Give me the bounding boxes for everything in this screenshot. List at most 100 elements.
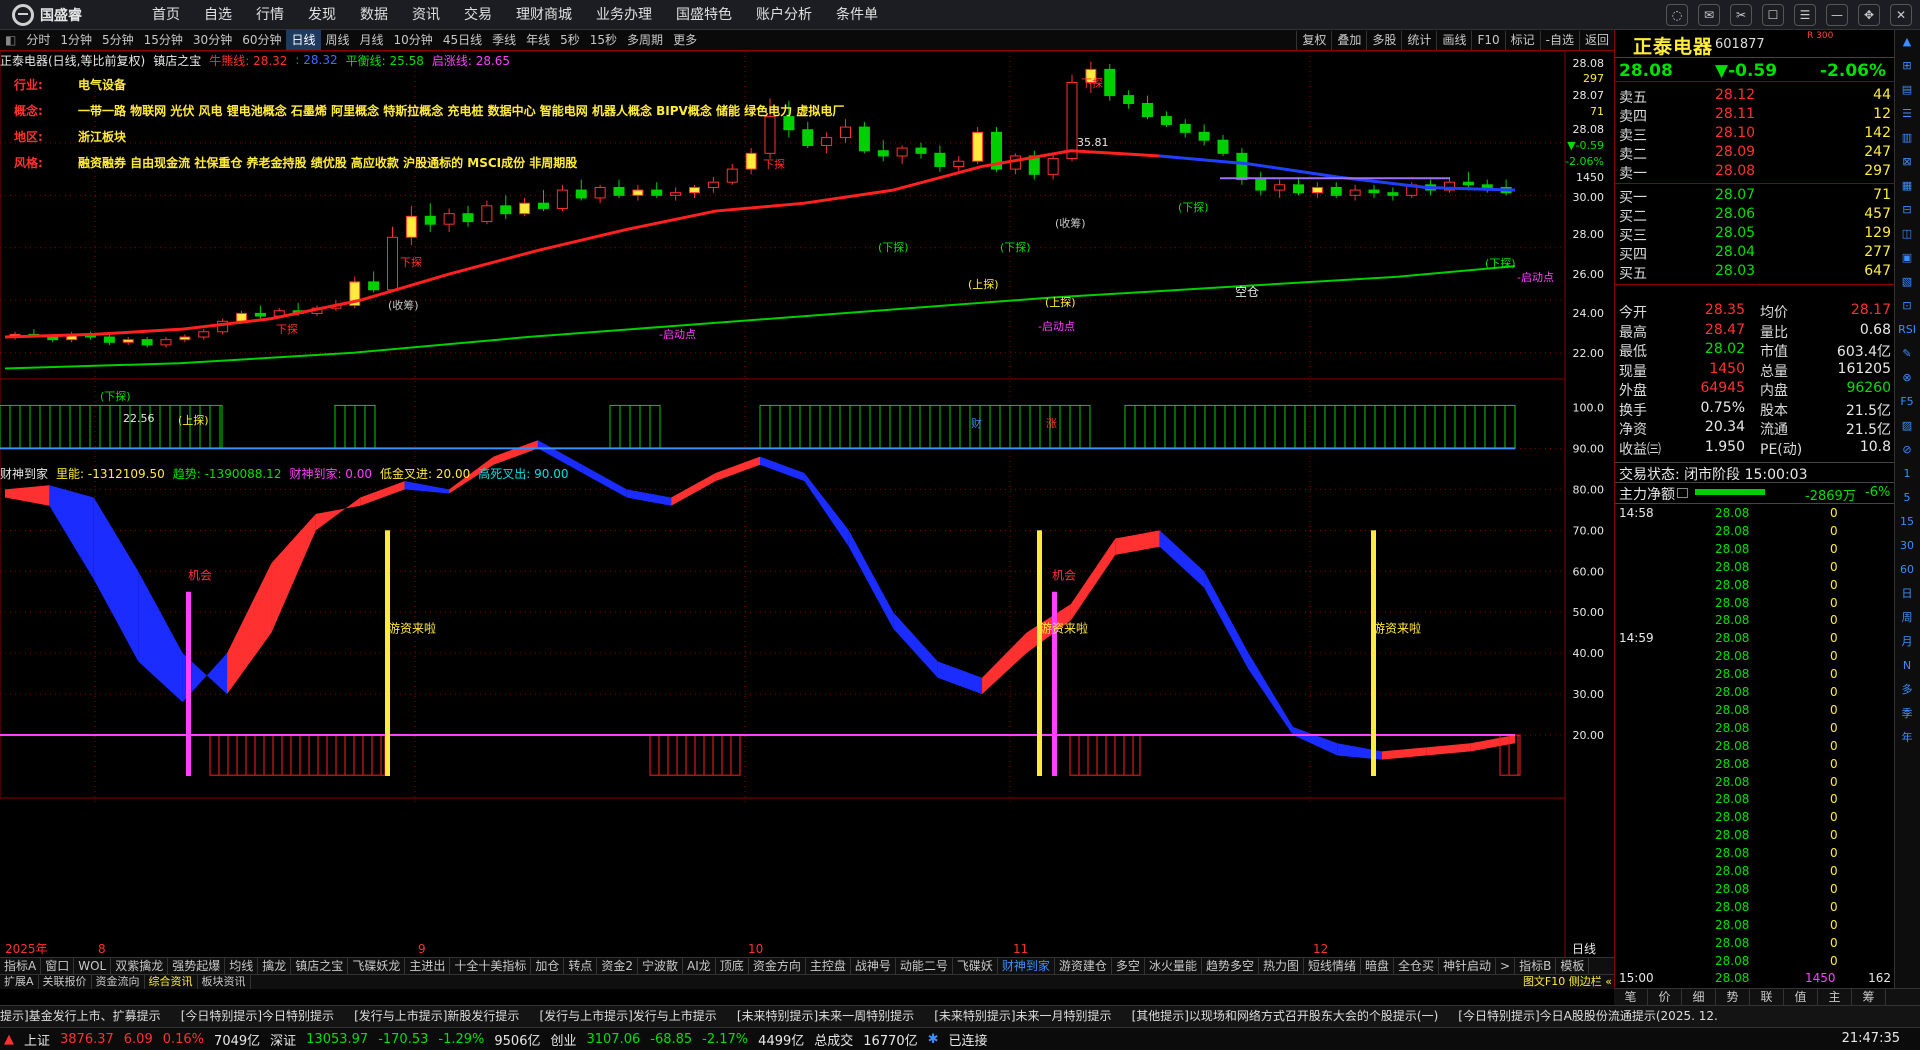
candle[interactable] xyxy=(424,203,436,233)
ext-tab-1[interactable]: 关联报价 xyxy=(39,975,92,989)
period-14[interactable]: 15秒 xyxy=(585,30,622,50)
news-item-3[interactable]: [发行与上市提示]发行与上市提示 xyxy=(539,1006,736,1027)
indicator-tab-13[interactable]: 资金2 xyxy=(597,958,639,974)
candle[interactable] xyxy=(160,337,172,348)
indicator-tab-7[interactable]: 镇店之宝 xyxy=(291,958,349,974)
candle[interactable] xyxy=(1444,176,1455,193)
candle[interactable] xyxy=(689,184,700,198)
menu-item-5[interactable]: 资讯 xyxy=(400,0,452,30)
candle[interactable] xyxy=(462,205,474,227)
menu-item-0[interactable]: 首页 xyxy=(140,0,192,30)
menu-item-8[interactable]: 业务办理 xyxy=(584,0,664,30)
indicator-tab-26[interactable]: 趋势多空 xyxy=(1202,958,1259,974)
indicator-tab-6[interactable]: 擒龙 xyxy=(258,958,292,974)
skin-icon[interactable]: ☐ xyxy=(1762,4,1784,26)
period-16[interactable]: 更多 xyxy=(668,30,702,50)
indicator-tab-25[interactable]: 冰火量能 xyxy=(1145,958,1202,974)
menu-item-6[interactable]: 交易 xyxy=(452,0,504,30)
sidebar-icon-14[interactable]: ⊗ xyxy=(1895,366,1919,390)
sh-label[interactable]: 上证 xyxy=(24,1030,50,1049)
news-item-2[interactable]: [发行与上市提示]新股发行提示 xyxy=(354,1006,539,1027)
candle[interactable] xyxy=(387,226,398,293)
indicator-tab-27[interactable]: 热力图 xyxy=(1259,958,1304,974)
sidebar-icon-3[interactable]: ☰ xyxy=(1895,102,1919,126)
indicator-tab-11[interactable]: 加仓 xyxy=(531,958,565,974)
period-9[interactable]: 10分钟 xyxy=(389,30,438,50)
sidebar-icon-5[interactable]: ⊠ xyxy=(1895,150,1919,174)
news-item-6[interactable]: [其他提示]以现场和网络方式召开股东大会的个股提示(一) xyxy=(1132,1006,1459,1027)
ext-tab-4[interactable]: 板块资讯 xyxy=(198,975,251,989)
sidebar-icon-20[interactable]: 15 xyxy=(1895,510,1919,534)
candle[interactable] xyxy=(1368,184,1380,198)
indicator-tab-18[interactable]: 主控盘 xyxy=(806,958,851,974)
tool-1[interactable]: 叠加 xyxy=(1331,31,1366,50)
candle[interactable] xyxy=(1349,184,1361,201)
candle[interactable] xyxy=(122,337,134,345)
panel-toggle-icon[interactable]: ◧ xyxy=(0,30,21,50)
indicator-tab-2[interactable]: WOL xyxy=(74,958,112,974)
menu-item-11[interactable]: 条件单 xyxy=(824,0,890,30)
candle[interactable] xyxy=(1198,124,1210,146)
sidebar-icon-21[interactable]: 30 xyxy=(1895,534,1919,558)
sidebar-icon-10[interactable]: ▧ xyxy=(1895,270,1919,294)
ext-tab-2[interactable]: 资金流向 xyxy=(92,975,145,989)
indicator-tab-32[interactable]: > xyxy=(1496,958,1516,974)
sidebar-icon-16[interactable]: ▨ xyxy=(1895,414,1919,438)
sidebar-icon-25[interactable]: 月 xyxy=(1895,630,1919,654)
tool-7[interactable]: -自选 xyxy=(1539,31,1579,50)
candle[interactable] xyxy=(66,331,78,343)
candle[interactable] xyxy=(519,197,531,217)
quote-tab-1[interactable]: 价 xyxy=(1648,989,1682,1005)
mail-icon[interactable]: ✉ xyxy=(1698,4,1720,26)
period-3[interactable]: 15分钟 xyxy=(139,30,188,50)
indicator-tab-15[interactable]: AI龙 xyxy=(683,958,716,974)
quote-tab-5[interactable]: 值 xyxy=(1784,989,1818,1005)
candle[interactable] xyxy=(538,190,549,212)
ext-tab-0[interactable]: 扩展A xyxy=(0,975,39,989)
candle[interactable] xyxy=(670,187,682,201)
news-item-7[interactable]: [今日特别提示]今日A股股份流通提示(2025. 12. xyxy=(1458,1006,1738,1027)
indicator-tab-34[interactable]: 模板 xyxy=(1556,958,1590,974)
sidebar-icon-26[interactable]: N xyxy=(1895,654,1919,678)
tool-5[interactable]: F10 xyxy=(1471,31,1504,50)
indicator-tab-30[interactable]: 全仓买 xyxy=(1394,958,1440,974)
sidebar-icon-27[interactable]: 多 xyxy=(1895,678,1919,702)
menu-item-4[interactable]: 数据 xyxy=(348,0,400,30)
menu-item-7[interactable]: 理财商城 xyxy=(504,0,584,30)
close-icon[interactable]: ✕ xyxy=(1890,4,1912,26)
sidebar-icon-18[interactable]: 1 xyxy=(1895,462,1919,486)
menu-item-9[interactable]: 国盛特色 xyxy=(664,0,744,30)
period-10[interactable]: 45日线 xyxy=(438,30,487,50)
period-11[interactable]: 季线 xyxy=(487,30,521,50)
indicator-tab-19[interactable]: 战神号 xyxy=(851,958,896,974)
period-6[interactable]: 日线 xyxy=(286,30,321,50)
indicator-tab-24[interactable]: 多空 xyxy=(1112,958,1145,974)
menu-item-1[interactable]: 自选 xyxy=(192,0,244,30)
sidebar-icon-29[interactable]: 年 xyxy=(1895,726,1919,750)
candle[interactable] xyxy=(594,184,606,204)
legend-indicator[interactable]: 镇店之宝 xyxy=(153,52,201,69)
indicator-tab-5[interactable]: 均线 xyxy=(225,958,259,974)
tool-0[interactable]: 复权 xyxy=(1296,31,1331,50)
period-1[interactable]: 1分钟 xyxy=(55,30,97,50)
period-13[interactable]: 5秒 xyxy=(555,30,585,50)
menu-item-3[interactable]: 发现 xyxy=(296,0,348,30)
candle[interactable] xyxy=(500,195,512,219)
sidebar-icon-0[interactable]: ▲ xyxy=(1895,30,1919,54)
news-item-1[interactable]: [今日特别提示]今日特别提示 xyxy=(181,1006,354,1027)
candle[interactable] xyxy=(1293,176,1304,196)
maximize-icon[interactable]: ✥ xyxy=(1858,4,1880,26)
candle[interactable] xyxy=(368,271,380,293)
indicator-tab-29[interactable]: 暗盘 xyxy=(1361,958,1395,974)
f10-sidebar-toggle[interactable]: 图文F10 侧边栏 « xyxy=(1523,975,1612,989)
sidebar-icon-23[interactable]: 日 xyxy=(1895,582,1919,606)
period-4[interactable]: 30分钟 xyxy=(188,30,237,50)
candle[interactable] xyxy=(1142,95,1153,120)
indicator-tab-21[interactable]: 飞碟妖 xyxy=(953,958,998,974)
menu-item-2[interactable]: 行情 xyxy=(244,0,296,30)
quote-tab-6[interactable]: 主 xyxy=(1818,989,1852,1005)
sidebar-icon-22[interactable]: 60 xyxy=(1895,558,1919,582)
candle[interactable] xyxy=(1255,171,1267,196)
tools-icon[interactable]: ✂ xyxy=(1730,4,1752,26)
candle[interactable] xyxy=(1500,179,1512,196)
